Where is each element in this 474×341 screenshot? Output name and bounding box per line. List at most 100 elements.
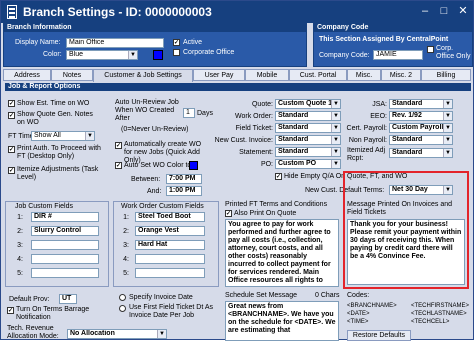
- specify-invoice-date-radio[interactable]: [119, 294, 126, 301]
- chevron-down-icon: ▼: [331, 160, 340, 168]
- job-field-input[interactable]: [31, 268, 99, 278]
- job-field-num: 5:: [17, 270, 23, 277]
- form-label-new-cust-invoice: New Cust. Invoice:: [214, 137, 273, 144]
- form-value-cert-payroll: Custom Payroll: [392, 124, 444, 131]
- color-select[interactable]: Blue ▼: [66, 50, 138, 60]
- title-bar: Branch Settings - ID: 0000000003 – □ ✕: [1, 1, 473, 23]
- company-code-header: Company Code: [313, 23, 473, 32]
- turn-on-terms-checkbox[interactable]: ✓: [7, 307, 14, 314]
- branch-color-swatch[interactable]: [153, 50, 163, 60]
- form-label-quote: Quote:: [251, 101, 273, 108]
- form-value-field-ticket: Standard: [278, 124, 309, 131]
- days-label: Days: [197, 110, 213, 117]
- tab-customer-job-settings[interactable]: Customer & Job Settings: [93, 69, 193, 82]
- chevron-down-icon: ▼: [443, 124, 452, 132]
- wo-field-input[interactable]: Orange Vest: [135, 226, 205, 236]
- tab-address[interactable]: Address: [3, 69, 51, 81]
- restore-defaults-button[interactable]: Restore Defaults: [347, 330, 411, 341]
- tab-mobile[interactable]: Mobile: [245, 69, 289, 81]
- wo-color-swatch[interactable]: [189, 161, 198, 170]
- corporate-office-label: Corporate Office: [183, 49, 235, 56]
- wo-field-input[interactable]: [135, 268, 205, 278]
- form-value-itemized-adj-rcpt: Standard: [392, 149, 423, 156]
- minimize-icon[interactable]: –: [417, 5, 433, 19]
- default-prov-input[interactable]: UT: [59, 294, 77, 304]
- and-label: And:: [147, 188, 162, 195]
- tab-billing[interactable]: Billing: [421, 69, 471, 81]
- printed-ft-textarea[interactable]: You agree to pay for work performed and …: [225, 219, 339, 287]
- chevron-down-icon: ▼: [128, 51, 137, 59]
- form-select-cert-payroll[interactable]: Custom Payroll ▼: [389, 123, 453, 133]
- display-name-label: Display Name:: [15, 39, 61, 46]
- form-select-statement[interactable]: Standard ▼: [275, 147, 341, 157]
- wo-field-num: 2:: [123, 228, 129, 235]
- ft-time-select[interactable]: Show All ▼: [31, 131, 95, 141]
- form-select-jsa[interactable]: Standard ▼: [389, 99, 453, 109]
- itemize-adj-checkbox[interactable]: ✓: [8, 167, 15, 174]
- form-value-po: Custom PO: [278, 160, 317, 167]
- auto-unreview-days-input[interactable]: 1: [183, 108, 195, 118]
- also-print-on-quote-checkbox[interactable]: ✓: [225, 210, 232, 217]
- message-printed-textarea[interactable]: Thank you for your business! Please remi…: [347, 219, 465, 285]
- job-field-num: 1:: [17, 214, 23, 221]
- form-value-work-order: Standard: [278, 112, 309, 119]
- form-select-non-payroll[interactable]: Standard ▼: [389, 135, 453, 145]
- chevron-down-icon: ▼: [85, 132, 94, 140]
- form-label-non-payroll: Non Payroll:: [348, 137, 387, 144]
- display-name-input[interactable]: Main Office: [66, 38, 164, 48]
- form-select-new-cust-invoice[interactable]: Standard ▼: [275, 135, 341, 145]
- active-checkbox[interactable]: ✓: [173, 39, 180, 46]
- job-field-input[interactable]: [31, 254, 99, 264]
- corp-office-only-checkbox[interactable]: [427, 46, 434, 53]
- form-label-cert-payroll: Cert. Payroll:: [346, 125, 387, 132]
- tab-notes[interactable]: Notes: [51, 69, 93, 81]
- form-select-quote[interactable]: Custom Quote 1 ▼: [275, 99, 341, 109]
- tab-cust-portal[interactable]: Cust. Portal: [289, 69, 347, 81]
- corporate-office-checkbox[interactable]: [173, 49, 180, 56]
- form-select-eeo[interactable]: Rev. 1/92 ▼: [389, 111, 453, 121]
- branch-settings-window: Branch Settings - ID: 0000000003 – □ ✕ B…: [0, 0, 474, 341]
- tab-misc[interactable]: Misc.: [347, 69, 381, 81]
- use-first-field-ticket-radio[interactable]: [119, 305, 126, 312]
- auto-set-wo-color-checkbox[interactable]: ✓: [115, 162, 122, 169]
- wo-field-num: 5:: [123, 270, 129, 277]
- show-quote-gen-checkbox[interactable]: ✓: [8, 112, 15, 119]
- maximize-icon[interactable]: □: [436, 5, 452, 19]
- tech-revenue-label: Tech. Revenue Allocation Mode:: [7, 325, 59, 340]
- job-field-num: 4:: [17, 256, 23, 263]
- job-field-input[interactable]: [31, 240, 99, 250]
- ft-time-value: Show All: [34, 132, 61, 139]
- form-select-po[interactable]: Custom PO ▼: [275, 159, 341, 169]
- company-code-label: Company Code:: [319, 52, 370, 59]
- show-est-time-label: Show Est. Time on WO: [17, 100, 90, 107]
- and-time-input[interactable]: 1:00 PM: [166, 186, 202, 196]
- chevron-down-icon: ▼: [443, 100, 452, 108]
- schedule-msg-textarea[interactable]: Great news from <BRANCHNAME>. We have yo…: [225, 301, 339, 341]
- wo-field-num: 3:: [123, 242, 129, 249]
- specify-invoice-date-label: Specify Invoice Date: [129, 294, 193, 301]
- auto-create-wo-checkbox[interactable]: ✓: [115, 142, 122, 149]
- print-auth-checkbox[interactable]: ✓: [8, 146, 15, 153]
- form-value-new-cust-invoice: Standard: [278, 136, 309, 143]
- company-code-input[interactable]: JAMIE: [373, 50, 423, 60]
- show-est-time-checkbox[interactable]: ✓: [8, 100, 15, 107]
- form-select-work-order[interactable]: Standard ▼: [275, 111, 341, 121]
- job-field-input[interactable]: DIR #: [31, 212, 99, 222]
- form-select-itemized-adj-rcpt[interactable]: Standard ▼: [389, 148, 453, 158]
- close-icon[interactable]: ✕: [455, 5, 471, 19]
- wo-field-input[interactable]: Steel Toed Boot: [135, 212, 205, 222]
- tab-misc-2[interactable]: Misc. 2: [381, 69, 421, 81]
- wo-field-input[interactable]: [135, 254, 205, 264]
- wo-field-num: 1:: [123, 214, 129, 221]
- app-icon: [7, 5, 17, 19]
- code-time: <TIME>: [347, 319, 369, 325]
- color-select-value: Blue: [69, 51, 84, 58]
- tab-strip: Address Notes Customer & Job Settings Us…: [3, 69, 473, 82]
- wo-field-input[interactable]: Hard Hat: [135, 240, 205, 250]
- job-field-input[interactable]: Slurry Control: [31, 226, 99, 236]
- form-select-field-ticket[interactable]: Standard ▼: [275, 123, 341, 133]
- tab-user-pay[interactable]: User Pay: [193, 69, 245, 81]
- between-time-input[interactable]: 7:00 PM: [166, 174, 202, 184]
- chevron-down-icon: ▼: [443, 112, 452, 120]
- tech-revenue-select[interactable]: No Allocation ▼: [67, 329, 167, 339]
